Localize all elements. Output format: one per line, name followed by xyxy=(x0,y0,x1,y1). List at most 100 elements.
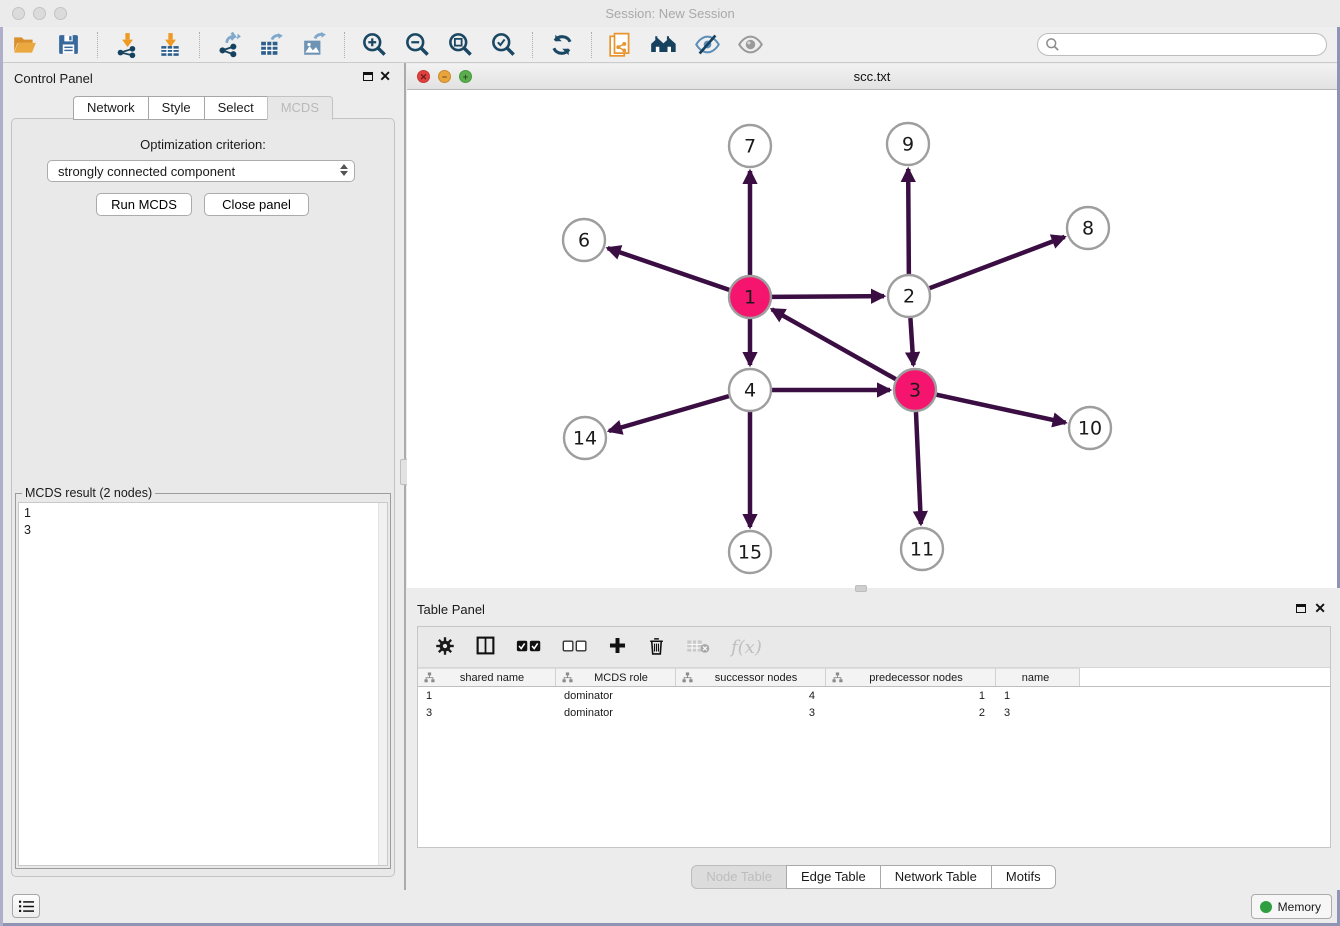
column-header-shared-name[interactable]: shared name xyxy=(418,668,556,686)
table-cell[interactable]: 3 xyxy=(418,707,556,719)
graph-node-2[interactable]: 2 xyxy=(888,275,930,317)
network-document-icon xyxy=(608,32,634,58)
tab-style[interactable]: Style xyxy=(148,96,205,120)
graph-edge-1-6[interactable] xyxy=(608,248,730,290)
open-folder-icon xyxy=(12,32,38,58)
close-panel-button[interactable]: Close panel xyxy=(204,193,309,216)
graph-node-8[interactable]: 8 xyxy=(1067,207,1109,249)
zoom-out-button[interactable] xyxy=(403,31,431,59)
export-image-button[interactable] xyxy=(301,31,329,59)
table-header-row: shared nameMCDS rolesuccessor nodesprede… xyxy=(418,668,1330,687)
graph-node-14[interactable]: 14 xyxy=(564,417,606,459)
table-cell[interactable]: 1 xyxy=(418,690,556,702)
table-cell[interactable]: 1 xyxy=(996,690,1080,702)
new-network-button[interactable] xyxy=(607,31,635,59)
save-session-button[interactable] xyxy=(54,31,82,59)
export-network-icon xyxy=(216,32,242,58)
graph-node-15[interactable]: 15 xyxy=(729,531,771,573)
table-cell[interactable]: 4 xyxy=(676,690,826,702)
close-panel-icon[interactable]: ✕ xyxy=(379,68,391,85)
window-titlebar: Session: New Session xyxy=(0,0,1340,27)
tab-motifs[interactable]: Motifs xyxy=(991,865,1056,889)
graph-node-4[interactable]: 4 xyxy=(729,369,771,411)
table-cell[interactable]: dominator xyxy=(556,707,676,719)
graph-edge-4-14[interactable] xyxy=(609,396,729,431)
save-icon xyxy=(56,32,81,57)
delete-row-button[interactable] xyxy=(647,636,666,659)
graph-node-6[interactable]: 6 xyxy=(563,219,605,261)
select-all-button[interactable] xyxy=(516,639,542,656)
graph-edge-3-10[interactable] xyxy=(936,395,1065,423)
run-mcds-button[interactable]: Run MCDS xyxy=(96,193,192,216)
show-columns-button[interactable] xyxy=(475,635,496,659)
tab-network-table[interactable]: Network Table xyxy=(880,865,992,889)
criterion-select[interactable]: strongly connected component xyxy=(47,160,355,182)
hide-selection-button[interactable] xyxy=(693,31,721,59)
tab-network[interactable]: Network xyxy=(73,96,149,120)
result-scrollbar[interactable] xyxy=(378,503,387,865)
table-cell[interactable]: 3 xyxy=(996,707,1080,719)
graph-edge-2-8[interactable] xyxy=(930,237,1065,288)
table-panel-title: Table Panel xyxy=(417,602,485,617)
close-panel-icon[interactable]: ✕ xyxy=(1314,600,1326,617)
table-body: 1dominator4113dominator323 xyxy=(418,687,1330,721)
column-label: shared name xyxy=(439,672,555,684)
table-cell[interactable]: 3 xyxy=(676,707,826,719)
graph-edge-3-1[interactable] xyxy=(772,309,896,379)
memory-status-icon xyxy=(1260,901,1272,913)
graph-edge-1-2[interactable] xyxy=(772,296,884,297)
table-cell[interactable]: dominator xyxy=(556,690,676,702)
open-session-button[interactable] xyxy=(11,31,39,59)
table-cell[interactable]: 2 xyxy=(826,707,996,719)
export-table-button[interactable] xyxy=(258,31,286,59)
network-graph: 7 9 6 8 1 2 4 3 14 10 15 11 xyxy=(407,90,1337,588)
import-table-button[interactable] xyxy=(156,31,184,59)
function-builder-button[interactable]: f(x) xyxy=(731,637,762,658)
search-icon xyxy=(1045,37,1060,52)
table-row[interactable]: 3dominator323 xyxy=(418,704,1330,721)
task-history-button[interactable] xyxy=(12,894,40,918)
show-all-button[interactable] xyxy=(736,31,764,59)
column-header-name[interactable]: name xyxy=(996,668,1080,686)
table-cell[interactable]: 1 xyxy=(826,690,996,702)
table-tabs: Node TableEdge TableNetwork TableMotifs xyxy=(407,865,1340,889)
tab-node-table[interactable]: Node Table xyxy=(691,865,787,889)
delete-table-button[interactable] xyxy=(686,638,711,657)
zoom-fit-button[interactable] xyxy=(446,31,474,59)
search-input[interactable] xyxy=(1037,33,1327,56)
import-network-button[interactable] xyxy=(113,31,141,59)
mcds-result-area[interactable]: 1 3 xyxy=(18,502,388,866)
node-label: 15 xyxy=(738,542,762,564)
float-panel-icon[interactable] xyxy=(1296,604,1306,613)
table-settings-button[interactable] xyxy=(435,636,455,659)
deselect-all-button[interactable] xyxy=(562,639,588,656)
graph-edge-2-9[interactable] xyxy=(908,169,909,274)
graph-edge-3-11[interactable] xyxy=(916,412,921,524)
tab-select[interactable]: Select xyxy=(204,96,268,120)
hierarchy-icon xyxy=(682,672,693,683)
column-header-MCDS-role[interactable]: MCDS role xyxy=(556,668,676,686)
graph-node-1[interactable]: 1 xyxy=(729,276,771,318)
network-canvas[interactable]: 7 9 6 8 1 2 4 3 14 10 15 11 xyxy=(407,90,1337,588)
tab-mcds[interactable]: MCDS xyxy=(267,96,333,120)
zoom-in-button[interactable] xyxy=(360,31,388,59)
graph-node-9[interactable]: 9 xyxy=(887,123,929,165)
column-header-predecessor-nodes[interactable]: predecessor nodes xyxy=(826,668,996,686)
zoom-selected-button[interactable] xyxy=(489,31,517,59)
node-label: 6 xyxy=(578,230,590,252)
graph-node-7[interactable]: 7 xyxy=(729,125,771,167)
graph-node-10[interactable]: 10 xyxy=(1069,407,1111,449)
graph-node-3[interactable]: 3 xyxy=(894,369,936,411)
tab-edge-table[interactable]: Edge Table xyxy=(786,865,881,889)
first-neighbors-button[interactable] xyxy=(650,31,678,59)
graph-node-11[interactable]: 11 xyxy=(901,528,943,570)
column-header-successor-nodes[interactable]: successor nodes xyxy=(676,668,826,686)
apply-layout-button[interactable] xyxy=(548,31,576,59)
splitter-grip[interactable] xyxy=(855,585,867,592)
add-row-button[interactable] xyxy=(608,636,627,658)
graph-edge-2-3[interactable] xyxy=(910,318,913,365)
export-network-button[interactable] xyxy=(215,31,243,59)
table-row[interactable]: 1dominator411 xyxy=(418,687,1330,704)
memory-button[interactable]: Memory xyxy=(1251,894,1332,919)
float-panel-icon[interactable] xyxy=(363,72,373,81)
